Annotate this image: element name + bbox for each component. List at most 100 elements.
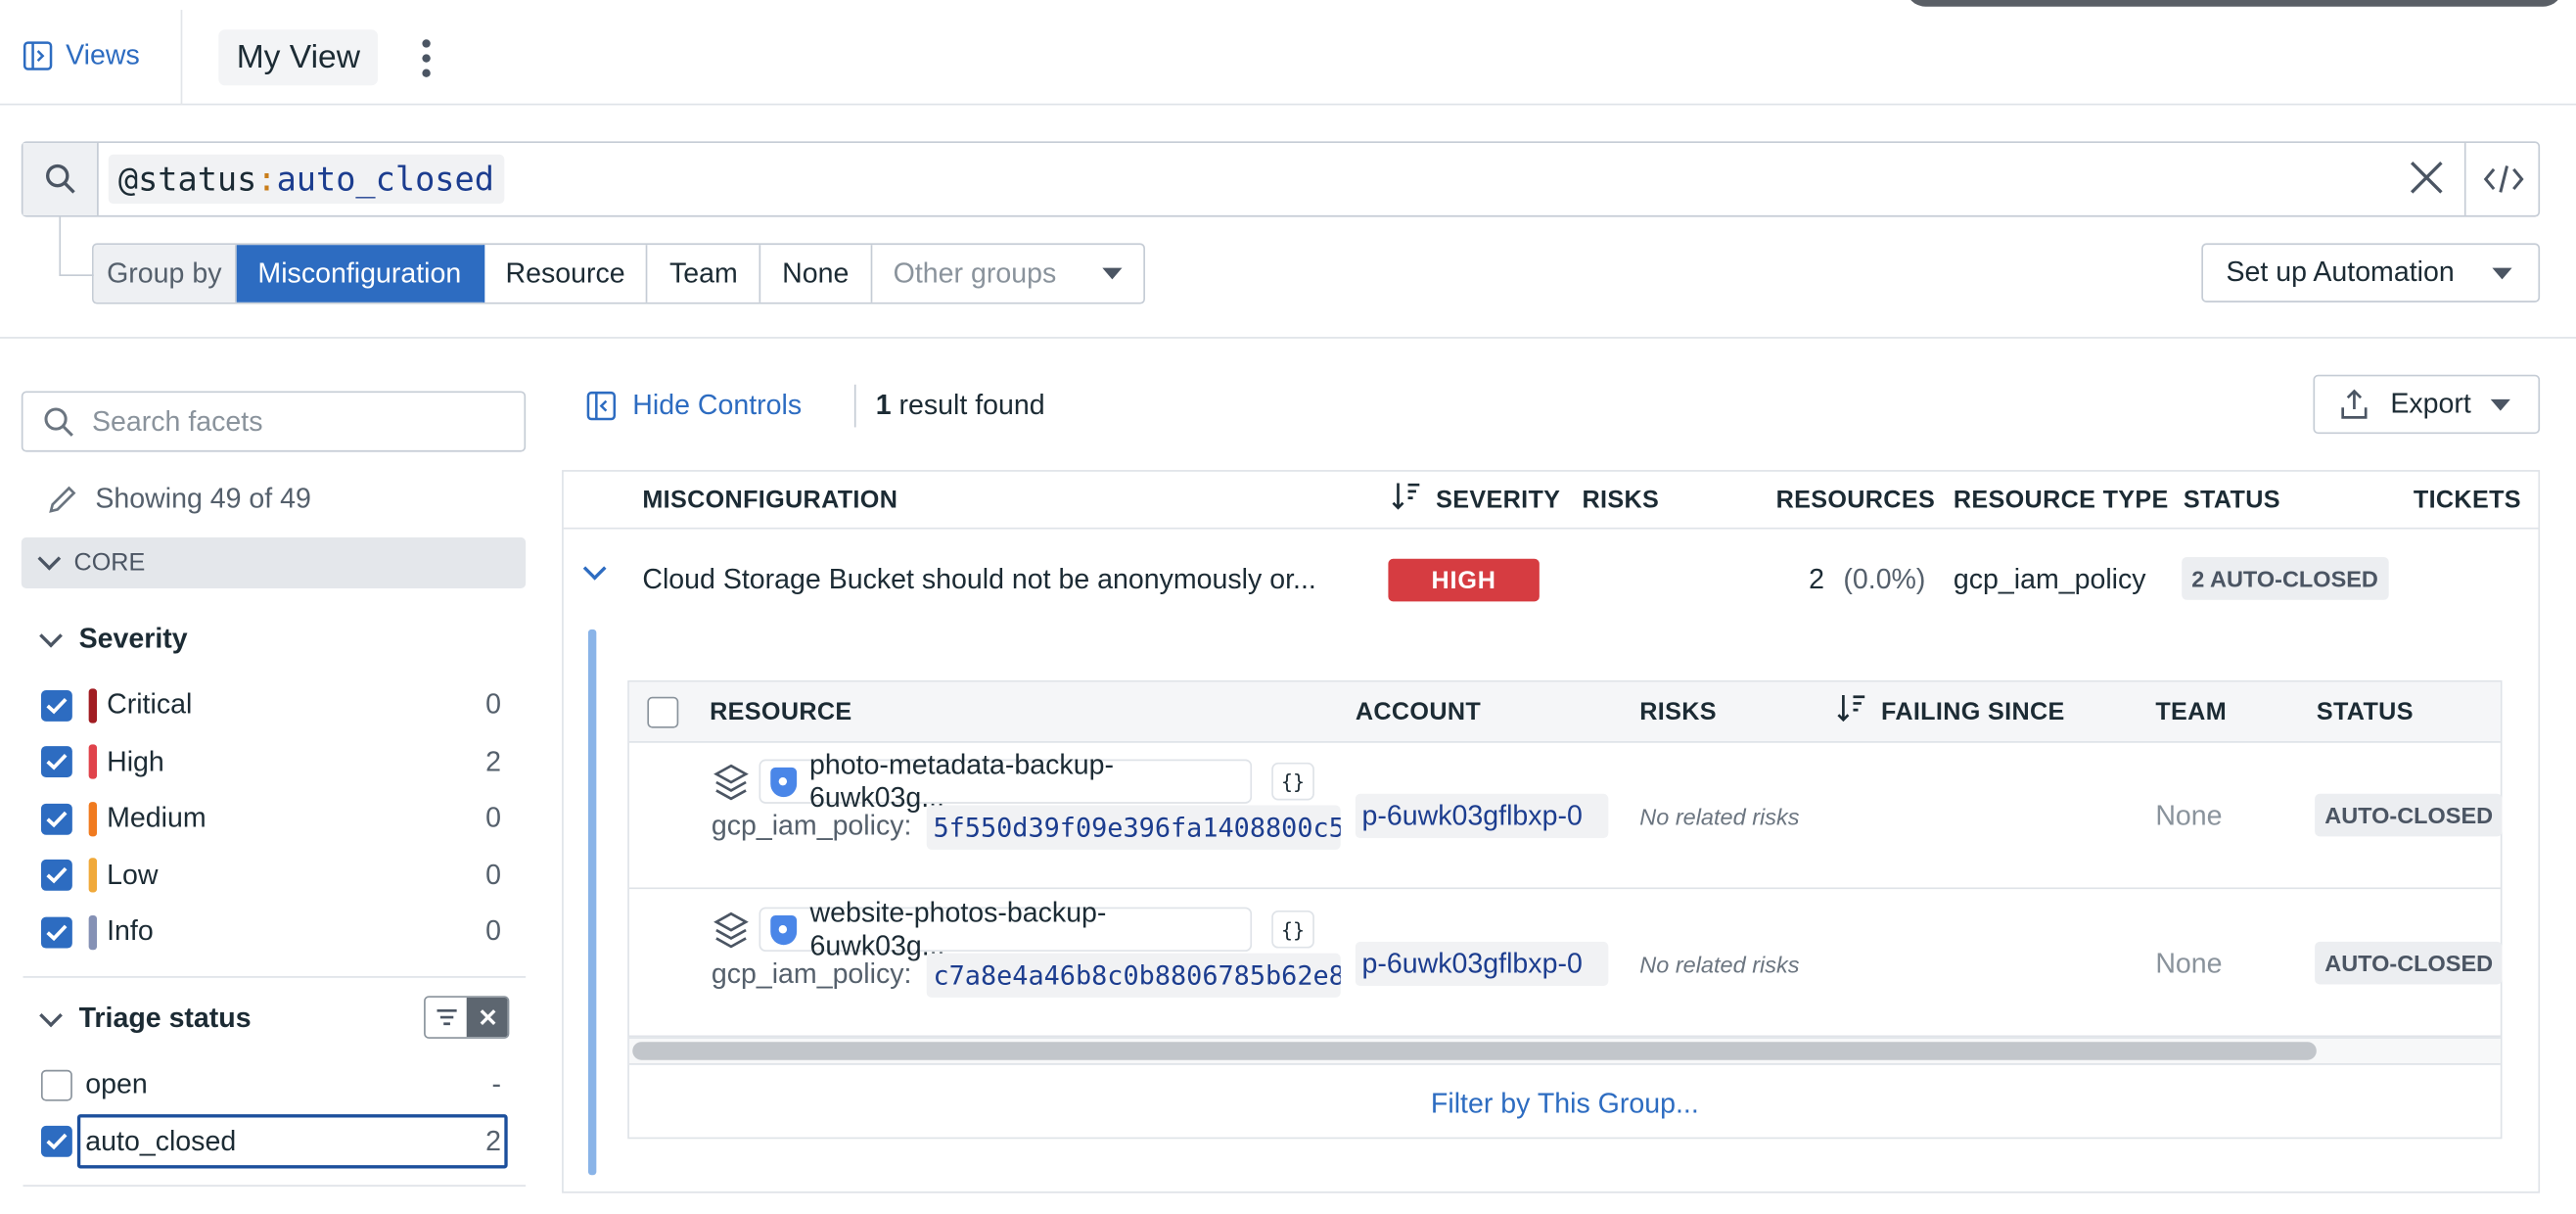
resource-id[interactable]: c7a8e4a46b8c0b8806785b62e8 — [926, 953, 1341, 998]
status-badge: AUTO-CLOSED — [2315, 941, 2504, 985]
severity-facet-row[interactable]: Critical 0 — [40, 683, 501, 726]
sort-desc-icon[interactable] — [1835, 692, 1868, 725]
group-by-label: Group by — [93, 245, 237, 303]
upload-icon — [2341, 389, 2368, 419]
severity-color-bar — [88, 858, 98, 893]
severity-facet-label: Low — [107, 859, 159, 890]
filter-by-group-link[interactable]: Filter by This Group... — [629, 1082, 2501, 1128]
code-icon[interactable] — [2463, 143, 2540, 215]
checkbox[interactable] — [40, 1068, 72, 1100]
views-button[interactable]: Views — [23, 36, 140, 75]
col-tickets[interactable]: TICKETS — [2414, 487, 2521, 515]
divider — [23, 976, 527, 978]
subcol-failing-since[interactable]: FAILING SINCE — [1881, 698, 2065, 726]
panel-toggle-icon — [23, 41, 53, 70]
horizontal-scrollbar[interactable] — [632, 1042, 2317, 1060]
triage-facet-header[interactable]: Triage status — [39, 1000, 252, 1039]
resource-type-label: gcp_iam_policy: — [711, 810, 912, 842]
clear-search-icon[interactable] — [2402, 156, 2451, 202]
col-resource-type[interactable]: RESOURCE TYPE — [1954, 487, 2169, 515]
severity-facet-row[interactable]: Low 0 — [40, 854, 501, 897]
current-view-button[interactable]: My View — [218, 29, 379, 86]
checkbox[interactable] — [40, 689, 72, 722]
hide-controls-button[interactable]: Hide Controls — [586, 385, 802, 428]
chevron-down-icon — [39, 623, 63, 647]
clear-facet-icon[interactable] — [466, 997, 508, 1038]
pencil-icon[interactable] — [46, 484, 79, 517]
resource-id[interactable]: 5f550d39f09e396fa1408800c5b — [926, 805, 1341, 850]
group-option-resource[interactable]: Resource — [484, 245, 649, 303]
focused-facet-outline — [76, 1114, 508, 1169]
sort-desc-icon[interactable] — [1390, 480, 1423, 513]
more-options-icon[interactable] — [414, 36, 437, 79]
account-value[interactable]: p-6uwk03gflbxp-0 — [1355, 793, 1609, 839]
col-risks[interactable]: RISKS — [1582, 487, 1659, 515]
group-option-misconfiguration[interactable]: Misconfiguration — [236, 245, 484, 303]
json-icon[interactable]: {} — [1271, 910, 1314, 949]
caret-down-icon — [2490, 398, 2511, 410]
showing-facets-label: Showing 49 of 49 — [95, 483, 311, 515]
group-option-none[interactable]: None — [760, 245, 872, 303]
core-label: CORE — [73, 548, 146, 578]
severity-facet-row[interactable]: Info 0 — [40, 910, 501, 954]
checkbox[interactable] — [40, 746, 72, 777]
risks-value: No related risks — [1639, 951, 1800, 978]
severity-facet-count: 0 — [485, 802, 501, 834]
col-status[interactable]: STATUS — [2184, 487, 2280, 515]
overlay-edge — [1906, 0, 2563, 7]
json-icon[interactable]: {} — [1271, 762, 1314, 801]
col-misconfiguration[interactable]: MISCONFIGURATION — [642, 487, 897, 515]
subcol-risks[interactable]: RISKS — [1639, 698, 1717, 726]
severity-facet-count: 0 — [485, 914, 501, 947]
severity-facet-count: 0 — [485, 688, 501, 721]
col-severity[interactable]: SEVERITY — [1436, 487, 1560, 515]
checkbox[interactable] — [40, 915, 72, 948]
checkbox[interactable] — [40, 802, 72, 834]
check-icon — [46, 810, 68, 827]
subcol-status[interactable]: STATUS — [2317, 698, 2414, 726]
severity-facet-row[interactable]: High 2 — [40, 740, 501, 783]
result-count-number: 1 — [875, 389, 892, 421]
check-icon — [46, 754, 68, 770]
account-value[interactable]: p-6uwk03gflbxp-0 — [1355, 941, 1609, 987]
caret-down-icon — [2492, 266, 2512, 279]
facet-search-input[interactable]: Search facets — [21, 391, 527, 452]
query-separator: : — [256, 159, 277, 200]
collapse-panel-icon — [586, 391, 617, 421]
triage-facet-count: - — [491, 1068, 501, 1099]
group-by-selector: Group by Misconfiguration Resource Team … — [92, 243, 1145, 304]
filter-icon[interactable] — [426, 998, 467, 1037]
tree-connector — [59, 216, 96, 277]
search-icon — [44, 406, 73, 437]
resource-name-chip[interactable]: website-photos-backup-6uwk03g... — [759, 897, 1253, 960]
query-value: auto_closed — [276, 159, 494, 200]
resources-count: 2 — [1809, 563, 1825, 595]
misconfiguration-name[interactable]: Cloud Storage Bucket should not be anony… — [642, 564, 1315, 597]
resource-type-label: gcp_iam_policy: — [711, 957, 912, 990]
export-button[interactable]: Export — [2313, 374, 2541, 435]
shield-icon — [770, 914, 798, 945]
col-resources[interactable]: RESOURCES — [1776, 487, 1936, 515]
other-groups-label: Other groups — [893, 257, 1057, 289]
triage-facet-row[interactable]: open - — [40, 1063, 501, 1106]
status-badge: AUTO-CLOSED — [2315, 793, 2504, 837]
subcol-resource[interactable]: RESOURCE — [710, 698, 851, 726]
severity-facet-header[interactable]: Severity — [39, 620, 188, 659]
core-section-toggle[interactable]: CORE — [21, 537, 527, 588]
showing-facets: Showing 49 of 49 — [46, 480, 311, 519]
severity-badge: HIGH — [1388, 558, 1540, 602]
resource-name-chip[interactable]: photo-metadata-backup-6uwk03g... — [759, 749, 1253, 813]
select-all-checkbox[interactable] — [647, 696, 679, 728]
export-label: Export — [2390, 388, 2471, 420]
top-bar — [0, 0, 2576, 106]
setup-automation-button[interactable]: Set up Automation — [2201, 243, 2541, 303]
subcol-account[interactable]: ACCOUNT — [1356, 698, 1481, 726]
checkbox[interactable] — [40, 859, 72, 891]
hide-controls-label: Hide Controls — [632, 389, 803, 421]
severity-facet-row[interactable]: Medium 0 — [40, 797, 501, 840]
query-token[interactable]: @status: auto_closed — [108, 154, 504, 205]
subcol-team[interactable]: TEAM — [2155, 698, 2227, 726]
checkbox[interactable] — [40, 1125, 72, 1157]
group-option-team[interactable]: Team — [648, 245, 761, 303]
other-groups-dropdown[interactable]: Other groups — [872, 245, 1143, 303]
